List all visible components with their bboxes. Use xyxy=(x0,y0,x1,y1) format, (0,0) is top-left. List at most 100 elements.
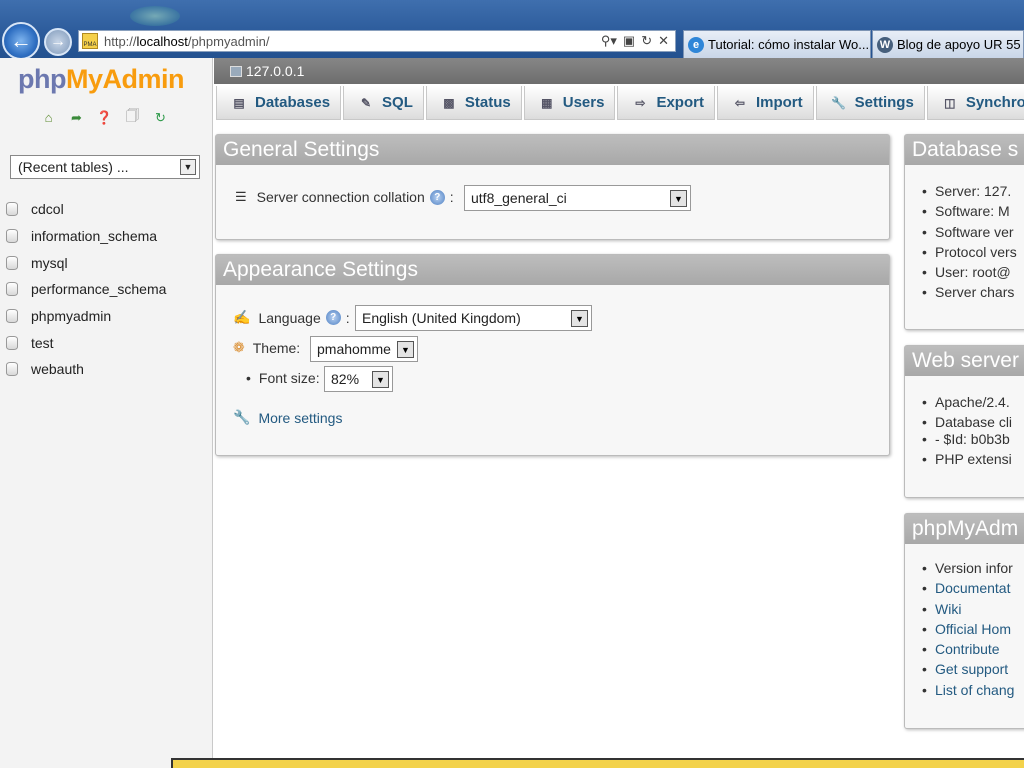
colon-separator: : xyxy=(449,189,454,205)
collation-value: utf8_general_ci xyxy=(471,190,567,206)
tab-synchronise[interactable]: ◫ Synchronise xyxy=(926,86,1024,120)
collation-row: ☰ Server connection collation ?: xyxy=(235,189,454,205)
database-name[interactable]: phpmyadmin xyxy=(31,308,111,324)
tab-import[interactable]: ⇦ Import xyxy=(716,86,814,120)
tab-settings[interactable]: 🔧 Settings xyxy=(815,86,925,120)
home-icon[interactable]: ⌂ xyxy=(39,108,58,127)
database-server-info: Server: 127. Software: M Software ver Pr… xyxy=(922,183,1017,305)
help-icon[interactable]: ❓ xyxy=(95,108,114,127)
tab-users[interactable]: ▦ Users xyxy=(523,86,616,120)
documentation-icon[interactable]: 🗍 xyxy=(123,108,142,127)
favicon-label: PMA xyxy=(83,42,97,48)
search-icon[interactable]: ⚲▾ xyxy=(601,33,617,49)
official-homepage-link[interactable]: Official Hom xyxy=(922,621,1014,641)
refresh-icon[interactable]: ↻ xyxy=(641,33,652,49)
database-name[interactable]: cdcol xyxy=(31,201,64,217)
database-name[interactable]: performance_schema xyxy=(31,281,166,297)
tab-databases[interactable]: ▤ Databases xyxy=(216,86,342,120)
list-item: Protocol vers xyxy=(922,244,1017,264)
reload-icon[interactable]: ↻ xyxy=(151,108,170,127)
wrench-icon: 🔧 xyxy=(233,409,251,425)
back-button[interactable]: ← xyxy=(2,22,40,60)
get-support-link[interactable]: Get support xyxy=(922,661,1014,681)
list-item: Server: 127. xyxy=(922,183,1017,203)
database-item[interactable]: test xyxy=(6,329,166,356)
recent-tables-select[interactable]: (Recent tables) ... ▼ xyxy=(10,155,200,179)
chevron-down-icon[interactable]: ▼ xyxy=(571,310,588,327)
database-item[interactable]: cdcol xyxy=(6,196,166,223)
language-value: English (United Kingdom) xyxy=(362,310,521,326)
tab-sql[interactable]: ✎ SQL xyxy=(343,86,424,120)
database-item[interactable]: information_schema xyxy=(6,223,166,250)
server-icon xyxy=(230,65,242,77)
list-item: Apache/2.4. xyxy=(922,394,1012,414)
forward-button[interactable]: → xyxy=(44,28,72,56)
collation-select[interactable]: utf8_general_ci ▼ xyxy=(464,185,691,211)
logo-admin: Admin xyxy=(102,64,185,94)
database-item[interactable]: performance_schema xyxy=(6,276,166,303)
panel-title: phpMyAdm xyxy=(905,514,1024,544)
collation-label: Server connection collation xyxy=(256,189,425,205)
synchronise-icon: ◫ xyxy=(944,95,956,110)
database-item[interactable]: phpmyadmin xyxy=(6,303,166,330)
database-item[interactable]: mysql xyxy=(6,249,166,276)
tab-label: Status xyxy=(464,94,511,111)
export-icon: ⇨ xyxy=(635,95,646,110)
language-icon: ✍ xyxy=(233,309,251,325)
compat-view-icon[interactable]: ▣ xyxy=(623,33,635,49)
tab-label: Import xyxy=(755,94,803,111)
tab-label: Users xyxy=(562,94,605,111)
help-icon[interactable]: ? xyxy=(325,310,341,325)
web-server-panel: Web server Apache/2.4. Database cli - $I… xyxy=(904,345,1024,498)
bullet: • xyxy=(246,370,251,386)
tab-label: Export xyxy=(656,94,704,111)
window-decoration xyxy=(130,6,180,26)
tab-export[interactable]: ⇨ Export xyxy=(617,86,715,120)
language-row: ✍ Language ?: xyxy=(233,309,350,326)
logo-php: php xyxy=(18,64,66,94)
wiki-link[interactable]: Wiki xyxy=(922,601,1014,621)
logout-icon[interactable]: ➦ xyxy=(67,108,86,127)
chevron-down-icon[interactable]: ▼ xyxy=(397,341,414,358)
documentation-link[interactable]: Documentat xyxy=(922,580,1014,600)
database-item[interactable]: webauth xyxy=(6,356,166,383)
browser-tab-tutorial[interactable]: e Tutorial: cómo instalar Wo... xyxy=(683,30,871,58)
address-bar[interactable]: PMA http://localhost/phpmyadmin/ ⚲▾ ▣ ↻ … xyxy=(78,30,676,52)
tab-label: SQL xyxy=(382,94,413,111)
browser-chrome: ← → PMA http://localhost/phpmyadmin/ ⚲▾ … xyxy=(0,0,1024,60)
phpmyadmin-logo[interactable]: phpMyAdmin xyxy=(18,64,184,95)
import-icon: ⇦ xyxy=(734,95,745,110)
list-item: Version infor xyxy=(922,560,1014,580)
contribute-link[interactable]: Contribute xyxy=(922,641,1014,661)
more-settings-row[interactable]: 🔧 More settings xyxy=(233,409,342,426)
ie-icon: e xyxy=(688,36,704,53)
database-icon xyxy=(6,362,18,377)
tab-status[interactable]: ▩ Status xyxy=(425,86,522,120)
favicon-icon: PMA xyxy=(82,33,98,49)
panel-title: Database s xyxy=(905,135,1024,165)
fontsize-row: • Font size: xyxy=(246,370,320,386)
database-name[interactable]: test xyxy=(31,335,54,351)
help-icon[interactable]: ? xyxy=(429,189,445,205)
stop-icon[interactable]: ✕ xyxy=(658,33,669,49)
users-icon: ▦ xyxy=(541,95,553,110)
server-label[interactable]: 127.0.0.1 xyxy=(246,63,304,79)
fontsize-select[interactable]: 82% ▼ xyxy=(324,366,393,392)
chevron-down-icon[interactable]: ▼ xyxy=(372,371,389,388)
tab-label: Settings xyxy=(854,94,914,111)
chevron-down-icon[interactable]: ▼ xyxy=(180,159,196,175)
theme-select[interactable]: pmahomme ▼ xyxy=(310,336,418,362)
more-settings-link[interactable]: More settings xyxy=(258,410,342,426)
database-name[interactable]: webauth xyxy=(31,361,84,377)
chevron-down-icon[interactable]: ▼ xyxy=(670,190,687,207)
language-select[interactable]: English (United Kingdom) ▼ xyxy=(355,305,592,331)
notification-bar xyxy=(171,758,1024,768)
wordpress-icon: W xyxy=(877,36,893,53)
url-prefix: http:// xyxy=(104,33,137,49)
list-item: User: root@ xyxy=(922,264,1017,284)
database-name[interactable]: information_schema xyxy=(31,228,157,244)
changes-link[interactable]: List of chang xyxy=(922,682,1014,702)
database-name[interactable]: mysql xyxy=(31,255,68,271)
browser-tab-blog[interactable]: W Blog de apoyo UR 55 In xyxy=(872,30,1024,58)
theme-value: pmahomme xyxy=(317,341,391,357)
